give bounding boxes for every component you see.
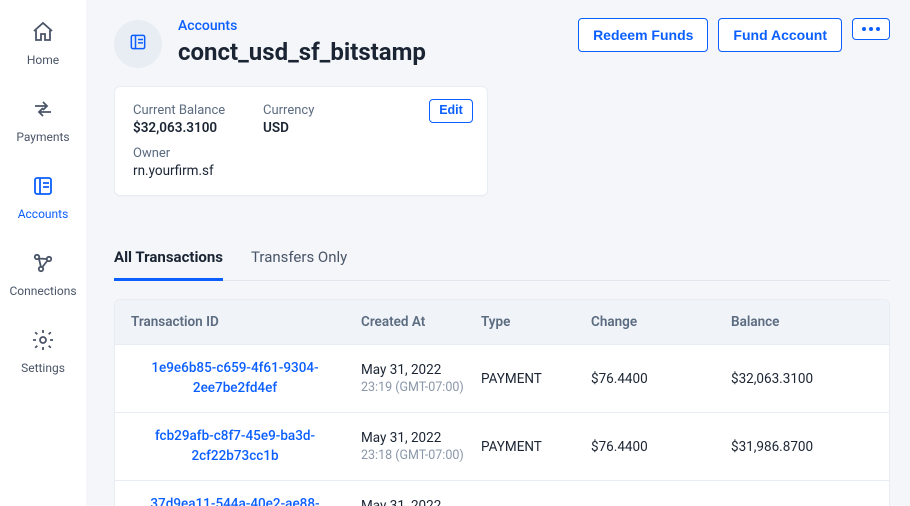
created-cell: May 31, 2022 23:17 (GMT-07:00) [361, 498, 481, 506]
transactions-table: Transaction ID Created At Type Change Ba… [114, 299, 890, 506]
more-actions-button[interactable] [852, 18, 890, 40]
redeem-funds-button[interactable]: Redeem Funds [578, 18, 708, 52]
nav-label: Accounts [18, 207, 69, 221]
gear-icon [31, 328, 55, 355]
nav-label: Settings [21, 361, 65, 375]
balance-value: $32,063.3100 [133, 120, 253, 136]
connections-icon [31, 251, 55, 278]
col-balance: Balance [731, 314, 881, 330]
ellipsis-icon [862, 27, 880, 31]
transfer-icon [31, 97, 55, 124]
owner-label: Owner [133, 146, 469, 161]
breadcrumb[interactable]: Accounts [178, 18, 426, 34]
nav-home[interactable]: Home [27, 20, 59, 67]
accounts-icon [31, 174, 55, 201]
account-info-card: Current Balance Currency $32,063.3100 US… [114, 86, 488, 196]
nav-settings[interactable]: Settings [21, 328, 65, 375]
balance-label: Current Balance [133, 103, 253, 118]
fund-account-button[interactable]: Fund Account [718, 18, 842, 52]
created-cell: May 31, 2022 23:18 (GMT-07:00) [361, 430, 481, 463]
header-actions: Redeem Funds Fund Account [578, 18, 890, 52]
table-row: 37d9ea11-544a-40e2-ae88-0749e27c557e May… [115, 480, 889, 506]
nav-accounts[interactable]: Accounts [18, 174, 69, 221]
book-icon [128, 32, 148, 56]
transaction-id-link[interactable]: 37d9ea11-544a-40e2-ae88-0749e27c557e [131, 495, 361, 506]
change-cell: $76.4400 [591, 439, 731, 455]
col-id: Transaction ID [131, 314, 361, 330]
main-content: Accounts conct_usd_sf_bitstamp Redeem Fu… [86, 0, 910, 506]
edit-button[interactable]: Edit [429, 99, 473, 123]
nav-label: Home [27, 53, 59, 67]
title-block: Accounts conct_usd_sf_bitstamp [178, 18, 426, 66]
nav-label: Connections [9, 284, 76, 298]
nav-connections[interactable]: Connections [9, 251, 76, 298]
col-created: Created At [361, 314, 481, 330]
col-change: Change [591, 314, 731, 330]
type-cell: PAYMENT [481, 439, 591, 455]
balance-cell: $32,063.3100 [731, 371, 881, 387]
nav-label: Payments [16, 130, 69, 144]
sidebar: Home Payments Accounts Connections Setti… [0, 0, 86, 506]
table-header: Transaction ID Created At Type Change Ba… [115, 300, 889, 344]
currency-value: USD [263, 120, 373, 136]
owner-value: rn.yourfirm.sf [133, 163, 469, 179]
transaction-id-link[interactable]: 1e9e6b85-c659-4f61-9304-2ee7be2fd4ef [131, 359, 361, 398]
tab-all-transactions[interactable]: All Transactions [114, 248, 223, 281]
change-cell: $76.4400 [591, 371, 731, 387]
table-row: fcb29afb-c8f7-45e9-ba3d-2cf22b73cc1b May… [115, 412, 889, 480]
tabs: All Transactions Transfers Only [114, 248, 890, 281]
created-cell: May 31, 2022 23:19 (GMT-07:00) [361, 362, 481, 395]
type-cell: PAYMENT [481, 371, 591, 387]
home-icon [31, 20, 55, 47]
currency-label: Currency [263, 103, 373, 118]
balance-cell: $31,986.8700 [731, 439, 881, 455]
col-type: Type [481, 314, 591, 330]
transaction-id-link[interactable]: fcb29afb-c8f7-45e9-ba3d-2cf22b73cc1b [131, 427, 361, 466]
account-avatar [114, 20, 162, 68]
nav-payments[interactable]: Payments [16, 97, 69, 144]
page-title: conct_usd_sf_bitstamp [178, 38, 426, 66]
tab-transfers-only[interactable]: Transfers Only [251, 248, 347, 280]
table-row: 1e9e6b85-c659-4f61-9304-2ee7be2fd4ef May… [115, 344, 889, 412]
page-header: Accounts conct_usd_sf_bitstamp Redeem Fu… [114, 18, 890, 68]
